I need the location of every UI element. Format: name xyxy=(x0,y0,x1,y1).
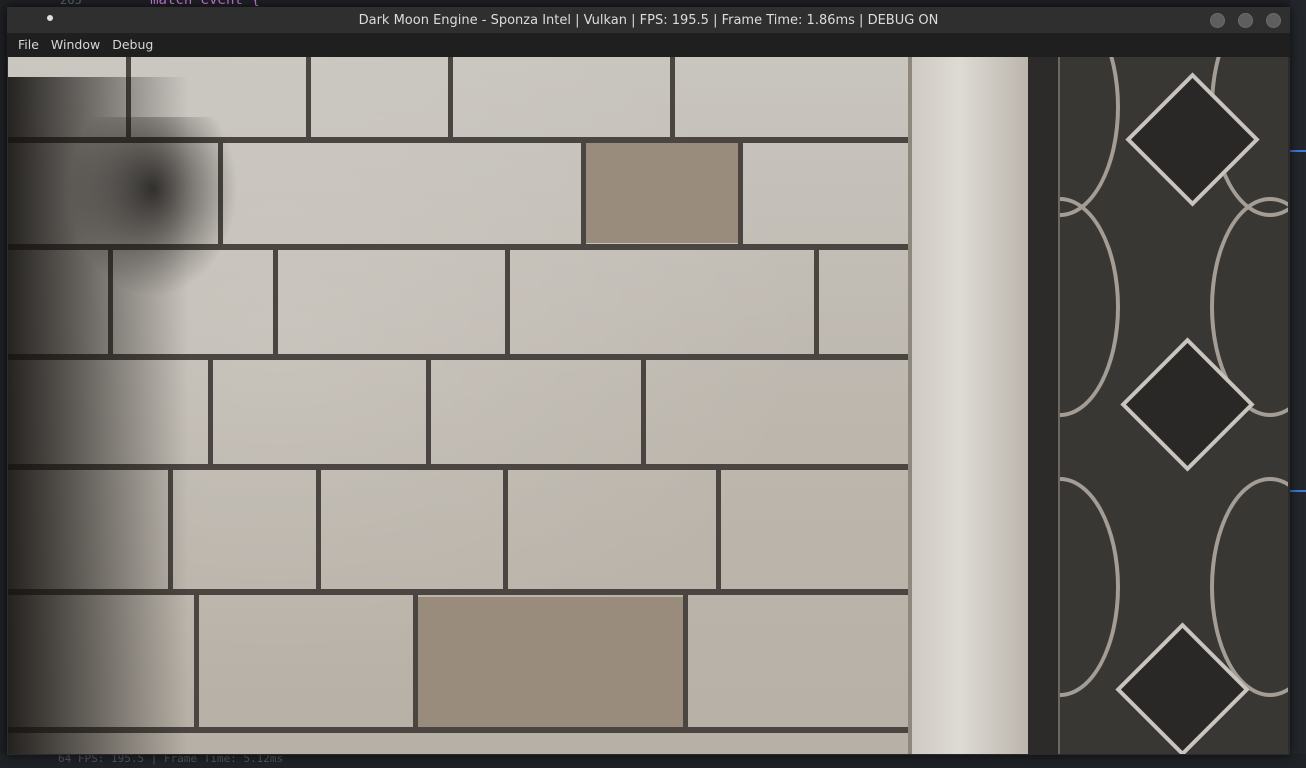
mortar-joint xyxy=(413,595,418,727)
stone-pillar xyxy=(908,57,1032,754)
mortar-joint xyxy=(194,595,199,727)
panel-arc xyxy=(1060,197,1120,417)
minimap-mark xyxy=(1290,150,1306,152)
mortar-joint xyxy=(738,143,743,244)
dot-icon xyxy=(47,15,53,21)
mortar-joint xyxy=(581,143,586,244)
cast-shadow xyxy=(68,117,238,297)
render-viewport[interactable] xyxy=(8,57,1288,754)
minimize-button[interactable] xyxy=(1210,13,1225,28)
panel-arc xyxy=(1060,57,1120,217)
brick-wall xyxy=(8,57,908,754)
close-button[interactable] xyxy=(1266,13,1281,28)
mortar-joint xyxy=(426,360,431,464)
ornate-panel xyxy=(1060,57,1288,754)
mortar-joint xyxy=(641,360,646,464)
mortar-joint xyxy=(306,57,311,137)
menu-file[interactable]: File xyxy=(7,33,45,57)
menu-debug[interactable]: Debug xyxy=(106,33,159,57)
mortar-joint xyxy=(814,250,819,354)
maximize-button[interactable] xyxy=(1238,13,1253,28)
background-minimap xyxy=(1290,0,1306,768)
mortar-joint xyxy=(716,470,721,589)
mortar-joint xyxy=(505,250,510,354)
menu-bar: File Window Debug xyxy=(7,33,1290,57)
mortar-joint xyxy=(503,470,508,589)
menu-window[interactable]: Window xyxy=(45,33,106,57)
mortar-joint xyxy=(683,595,688,727)
window-title: Dark Moon Engine - Sponza Intel | Vulkan… xyxy=(358,12,939,28)
dark-groove xyxy=(1028,57,1060,754)
dark-brick xyxy=(583,143,738,243)
background-status-bar: 64 FPS: 195.5 | Frame Time: 5.12ms xyxy=(0,752,1306,768)
mortar-joint xyxy=(316,470,321,589)
mortar-joint xyxy=(448,57,453,137)
mortar-joint xyxy=(670,57,675,137)
minimap-mark xyxy=(1290,490,1306,492)
mortar-joint xyxy=(273,250,278,354)
engine-window: Dark Moon Engine - Sponza Intel | Vulkan… xyxy=(7,7,1290,755)
title-bar[interactable]: Dark Moon Engine - Sponza Intel | Vulkan… xyxy=(7,7,1290,33)
editor-line-number: 265 xyxy=(60,0,82,7)
mortar-joint xyxy=(208,360,213,464)
dark-brick xyxy=(418,597,683,727)
panel-arc xyxy=(1060,477,1120,697)
